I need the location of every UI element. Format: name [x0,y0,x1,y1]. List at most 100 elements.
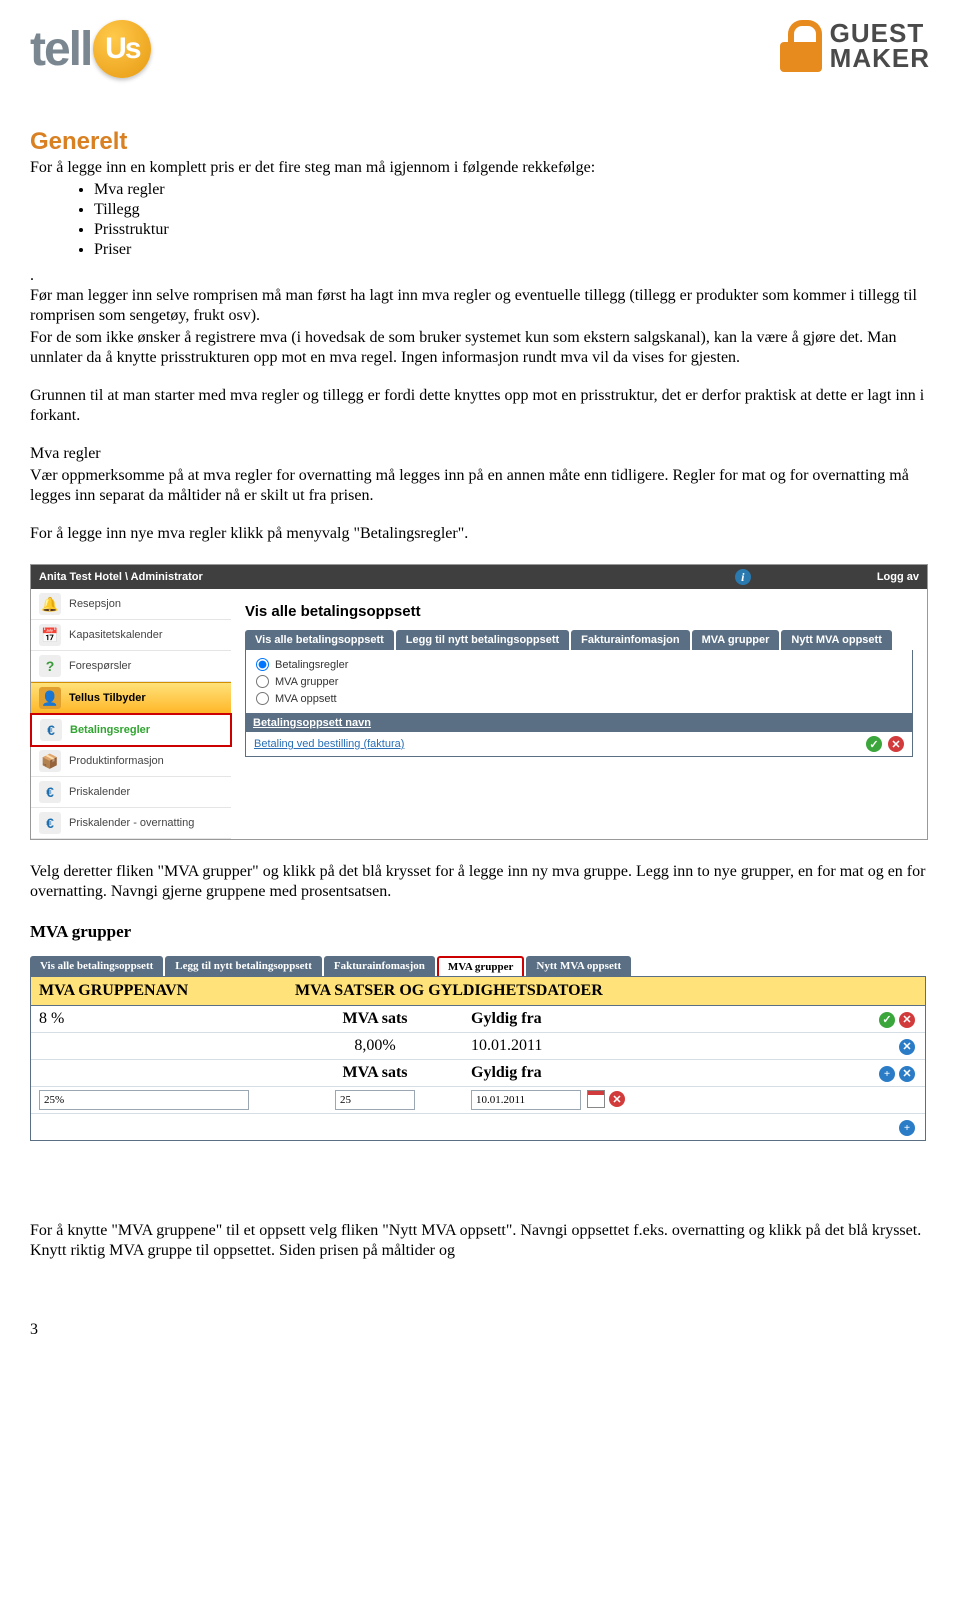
col-gyldig-label: Gyldig fra [463,1062,639,1084]
guestmaker-text: GUEST MAKER [830,21,930,70]
grid-header: MVA GRUPPENAVN MVA SATSER OG GYLDIGHETSD… [30,976,926,1006]
mva-row-data: 8,00% 10.01.2011 ✕ [31,1033,925,1060]
col-satser: MVA SATSER OG GYLDIGHETSDATOER [287,980,611,1002]
add-icon[interactable]: ✕ [899,1039,915,1055]
admin-topbar: Anita Test Hotel \ Administrator i Logg … [31,565,927,589]
col-sats-label: MVA sats [287,1008,463,1030]
tab-nytt-mva[interactable]: Nytt MVA oppsett [526,956,631,976]
sidebar-item-kapasitet[interactable]: 📅 Kapasitetskalender [31,620,231,651]
tab-legg-til[interactable]: Legg til nytt betalingsoppsett [396,630,569,650]
tab-vis-alle[interactable]: Vis alle betalingsoppsett [245,630,394,650]
gyldig-input[interactable] [471,1090,581,1110]
tab-faktura[interactable]: Fakturainfomasjon [324,956,435,976]
list-item-betaling[interactable]: Betaling ved bestilling (faktura) ✓ ✕ [245,732,913,757]
row-actions: ✓ ✕ [866,736,904,752]
lock-icon [780,20,822,72]
step-item: Priser [94,240,930,260]
info-icon[interactable]: i [735,569,751,585]
mva-row-input: ✕ [31,1087,925,1114]
col-gruppenavn: MVA GRUPPENAVN [31,980,287,1002]
main-panel: Vis alle betalingsoppsett Vis alle betal… [231,589,927,839]
paragraph: For å legge inn nye mva regler klikk på … [30,524,930,544]
sats-input[interactable] [335,1090,415,1110]
delete-icon[interactable]: ✕ [609,1091,625,1107]
radio-input[interactable] [256,675,269,688]
paragraph: Før man legger inn selve romprisen må ma… [30,286,930,326]
tab-vis-alle[interactable]: Vis alle betalingsoppsett [30,956,163,976]
radio-group: Betalingsregler MVA grupper MVA oppsett [245,650,913,714]
mva-row-header-2: MVA sats Gyldig fra + ✕ [31,1060,925,1087]
dot-line: . [30,266,930,286]
screenshot-mva-grupper: MVA grupper Vis alle betalingsoppsett Le… [30,922,926,1141]
sidebar-item-produktinfo[interactable]: 📦 Produktinformasjon [31,746,231,777]
add-icon[interactable]: + [899,1120,915,1136]
steps-list: Mva regler Tillegg Prisstruktur Priser [30,180,930,260]
column-header: Betalingsoppsett navn [245,714,913,732]
mva-row-header: 8 % MVA sats Gyldig fra ✓ ✕ [31,1006,925,1033]
add-icon[interactable]: + [879,1066,895,1082]
step-item: Prisstruktur [94,220,930,240]
paragraph: For å knytte "MVA gruppene" til et oppse… [30,1221,930,1261]
col-gyldig-label: Gyldig fra [463,1008,639,1030]
sidebar-item-foresporsler[interactable]: ? Forespørsler [31,651,231,682]
sidebar-nav: 🔔 Resepsjon 📅 Kapasitetskalender ? Fores… [31,589,231,839]
sidebar-item-priskalender-overnatting[interactable]: € Priskalender - overnatting [31,808,231,839]
tellus-text-part1: tell [30,22,91,77]
tellus-logo: tell Us [30,20,151,78]
add-icon[interactable]: ✕ [899,1066,915,1082]
paragraph: Velg deretter fliken "MVA grupper" og kl… [30,862,930,902]
page-number: 3 [30,1321,930,1339]
tellus-us-circle: Us [93,20,151,78]
header-logos: tell Us GUEST MAKER [30,20,930,78]
delete-icon[interactable]: ✕ [888,736,904,752]
paragraph: Vær oppmerksomme på at mva regler for ov… [30,466,930,506]
sidebar-item-priskalender[interactable]: € Priskalender [31,777,231,808]
cell-name: 8 % [31,1008,287,1030]
calendar-icon[interactable] [587,1090,605,1108]
radio-mva-oppsett[interactable]: MVA oppsett [256,690,902,707]
intro-text: For å legge inn en komplett pris er det … [30,158,930,178]
guestmaker-logo: GUEST MAKER [780,20,930,72]
screenshot-betalingsoppsett: Anita Test Hotel \ Administrator i Logg … [30,564,928,840]
tab-nytt-mva[interactable]: Nytt MVA oppsett [781,630,891,650]
mva-row-footer: + [31,1114,925,1140]
step-item: Tillegg [94,200,930,220]
sidebar-item-tellus-tilbyder[interactable]: 👤 Tellus Tilbyder [31,682,231,714]
panel-title: Vis alle betalingsoppsett [245,603,913,620]
tab-mva-grupper-active[interactable]: MVA grupper [437,956,525,976]
radio-input[interactable] [256,692,269,705]
check-icon[interactable]: ✓ [879,1012,895,1028]
radio-input[interactable] [256,658,269,671]
tab-mva-grupper[interactable]: MVA grupper [692,630,780,650]
sidebar-item-resepsjon[interactable]: 🔔 Resepsjon [31,589,231,620]
bell-icon: 🔔 [39,593,61,615]
tab-bar: Vis alle betalingsoppsett Legg til nytt … [245,630,913,650]
mva-grupper-heading: MVA grupper [30,922,926,942]
tab-faktura[interactable]: Fakturainfomasjon [571,630,689,650]
euro-icon: € [40,719,62,741]
cell-sats: 8,00% [287,1035,463,1057]
tab-legg-til[interactable]: Legg til nytt betalingsoppsett [165,956,322,976]
breadcrumb: Anita Test Hotel \ Administrator [39,571,203,583]
sidebar-item-betalingsregler[interactable]: € Betalingsregler [30,713,232,747]
paragraph: Grunnen til at man starter med mva regle… [30,386,930,426]
radio-mva-grupper[interactable]: MVA grupper [256,673,902,690]
paragraph: For de som ikke ønsker å registrere mva … [30,328,930,368]
mva-grid: 8 % MVA sats Gyldig fra ✓ ✕ 8,00% 10.01.… [30,1006,926,1141]
step-item: Mva regler [94,180,930,200]
delete-icon[interactable]: ✕ [899,1012,915,1028]
mva-regler-label: Mva regler [30,444,930,464]
tab-bar-2: Vis alle betalingsoppsett Legg til nytt … [30,956,926,976]
generelt-heading: Generelt [30,128,930,156]
logout-link[interactable]: Logg av [877,571,919,583]
cell-gyldig: 10.01.2011 [463,1035,639,1057]
radio-betalingsregler[interactable]: Betalingsregler [256,656,902,673]
gruppenavn-input[interactable] [39,1090,249,1110]
list-item-link[interactable]: Betaling ved bestilling (faktura) [254,738,404,750]
euro-icon: € [39,781,61,803]
provider-icon: 👤 [39,687,61,709]
product-icon: 📦 [39,750,61,772]
euro-icon: € [39,812,61,834]
check-icon[interactable]: ✓ [866,736,882,752]
col-sats-label: MVA sats [287,1062,463,1084]
